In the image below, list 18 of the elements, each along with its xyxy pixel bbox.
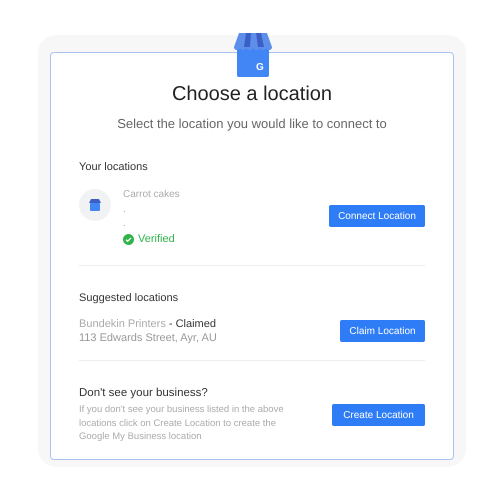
section-heading: Don't see your business? — [79, 387, 209, 399]
location-name: Carrot cakes — [123, 188, 180, 202]
claim-location-button[interactable]: Claim Location — [340, 320, 425, 342]
connect-location-button[interactable]: Connect Location — [329, 205, 425, 227]
address-line: . — [123, 217, 127, 231]
create-location-button[interactable]: Create Location — [332, 404, 425, 426]
store-icon — [89, 199, 101, 211]
dialog-title: Choose a location — [170, 83, 334, 106]
verified-badge-icon — [123, 234, 134, 244]
section-heading: Suggested locations — [79, 292, 180, 304]
dialog-subtitle: Select the location you would like to connect to — [116, 116, 388, 131]
section-heading: Your locations — [79, 161, 149, 173]
suggested-location-name: Bundekin Printers - Claimed — [79, 318, 217, 330]
address-line: . — [123, 203, 127, 217]
help-text: If you don't see your business listed in the above locations click on Create Location to create the Google My Business location — [79, 403, 285, 444]
verified-status: Verified — [138, 233, 175, 245]
location-address: 113 Edwards Street, Ayr, AU — [79, 332, 217, 344]
store-logo: G — [234, 33, 272, 77]
